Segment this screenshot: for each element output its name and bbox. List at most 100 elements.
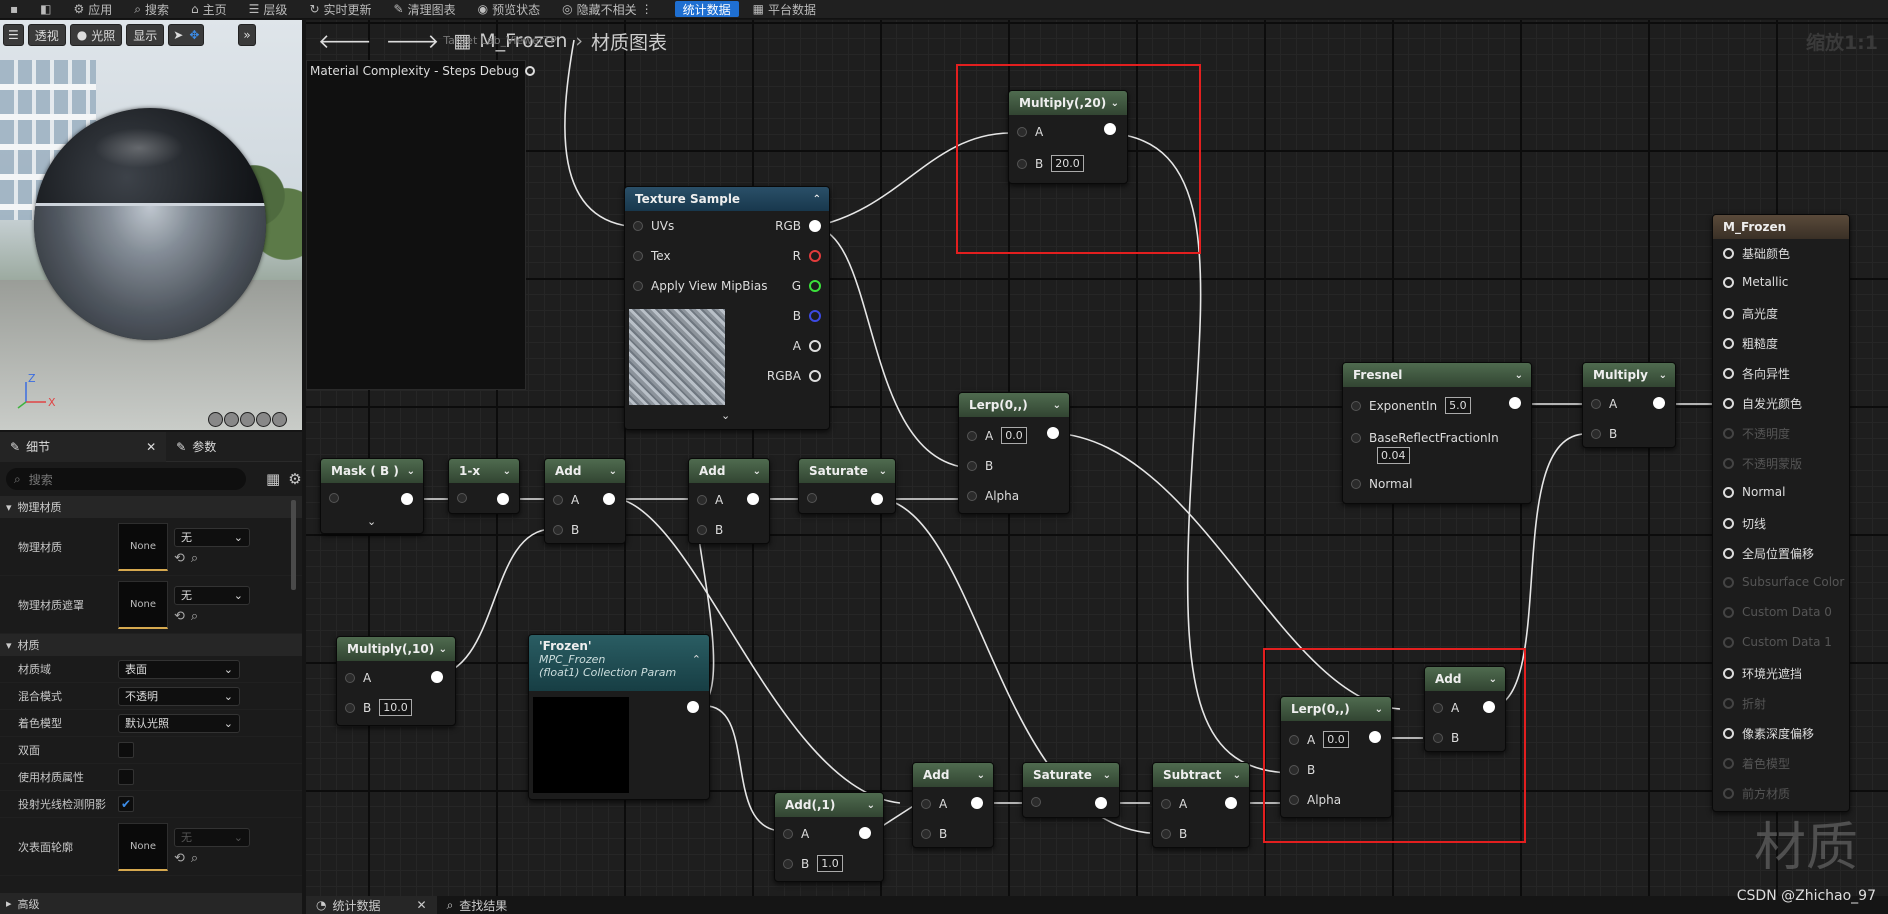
input-pin[interactable]: [1591, 399, 1601, 409]
value-field[interactable]: 10.0: [379, 699, 412, 716]
input-pin[interactable]: [1017, 158, 1027, 169]
add-node[interactable]: Add ⌄ A B: [912, 762, 994, 848]
node-header[interactable]: Saturate ⌄: [1023, 763, 1119, 787]
output-pin[interactable]: [1104, 123, 1116, 135]
node-header[interactable]: Saturate ⌄: [799, 459, 895, 483]
output-pin[interactable]: [1225, 797, 1237, 809]
node-header[interactable]: 'Frozen' MPC_Frozen (float1) Collection …: [529, 635, 709, 691]
output-pin[interactable]: [809, 220, 821, 232]
material-input-pin[interactable]: [1723, 308, 1734, 319]
add-node[interactable]: Add ⌄ A B: [688, 458, 770, 544]
output-pin[interactable]: [859, 827, 871, 839]
output-pin[interactable]: [809, 370, 821, 382]
input-pin[interactable]: [1591, 429, 1601, 439]
material-input-pin[interactable]: [1723, 518, 1734, 529]
node-header[interactable]: Multiply(,10) ⌄: [337, 637, 455, 661]
one-minus-node[interactable]: 1-x ⌄: [448, 458, 520, 514]
collapse-icon[interactable]: ⌃: [813, 194, 821, 205]
input-pin[interactable]: [457, 493, 467, 503]
value-field[interactable]: 0.0: [1001, 427, 1027, 444]
input-pin[interactable]: [633, 251, 643, 261]
input-pin[interactable]: [1351, 433, 1361, 443]
add1-node[interactable]: Add(,1) ⌄ A B 1.0: [774, 792, 884, 882]
subtract-node[interactable]: Subtract ⌄ A B: [1152, 762, 1250, 848]
chevron-down-icon[interactable]: ⌄: [753, 466, 761, 477]
input-pin[interactable]: [329, 493, 339, 503]
chevron-down-icon[interactable]: ⌄: [1375, 704, 1383, 715]
input-pin[interactable]: [1433, 733, 1443, 743]
node-header[interactable]: Add ⌄: [913, 763, 993, 787]
input-pin[interactable]: [697, 525, 707, 535]
output-pin[interactable]: [401, 493, 413, 505]
input-pin[interactable]: [553, 495, 563, 505]
node-header[interactable]: Multiply ⌄: [1583, 363, 1675, 387]
output-pin[interactable]: [871, 493, 883, 505]
output-pin[interactable]: [1369, 731, 1381, 743]
material-input-pin[interactable]: [1723, 788, 1734, 799]
add-node[interactable]: Add ⌄ A B: [1424, 666, 1506, 752]
lerp-node[interactable]: Lerp(0,,) ⌄ A 0.0 B Alpha: [958, 392, 1070, 514]
node-header[interactable]: Lerp(0,,) ⌄: [959, 393, 1069, 417]
node-header[interactable]: Subtract ⌄: [1153, 763, 1249, 787]
material-output-node[interactable]: M_Frozen 基础颜色 Metallic 高光度 粗糙度 各向异性 自发光颜色 不透明度…: [1712, 214, 1850, 812]
material-input-pin[interactable]: [1723, 398, 1734, 409]
output-pin[interactable]: [1047, 427, 1059, 439]
node-header[interactable]: Add ⌄: [545, 459, 625, 483]
node-header[interactable]: Texture Sample ⌃: [625, 187, 829, 211]
chevron-down-icon[interactable]: ⌄: [1111, 98, 1119, 109]
node-header[interactable]: Add ⌄: [689, 459, 769, 483]
input-pin[interactable]: [1161, 829, 1171, 839]
input-pin[interactable]: [1351, 400, 1361, 411]
output-pin[interactable]: [809, 250, 821, 262]
material-input-pin[interactable]: [1723, 338, 1734, 349]
value-field[interactable]: 0.0: [1323, 731, 1349, 748]
mask-node[interactable]: Mask ( B ) ⌄ ⌄: [320, 458, 424, 534]
input-pin[interactable]: [1351, 479, 1361, 489]
tab-stats[interactable]: ◔ 统计数据 ✕: [306, 896, 437, 914]
input-pin[interactable]: [1289, 795, 1299, 805]
lerp-node[interactable]: Lerp(0,,) ⌄ A 0.0 B Alpha: [1280, 696, 1392, 818]
input-pin[interactable]: [1161, 799, 1171, 809]
node-header[interactable]: Add(,1) ⌄: [775, 793, 883, 817]
value-field[interactable]: 1.0: [817, 855, 843, 872]
input-pin[interactable]: [1031, 797, 1041, 807]
value-field[interactable]: 5.0: [1445, 397, 1471, 414]
input-pin[interactable]: [1433, 703, 1443, 713]
input-pin[interactable]: [633, 281, 643, 291]
node-header[interactable]: 1-x ⌄: [449, 459, 519, 483]
input-pin[interactable]: [633, 221, 643, 231]
material-input-pin[interactable]: [1723, 248, 1734, 259]
chevron-down-icon[interactable]: ⌄: [977, 770, 985, 781]
material-input-pin[interactable]: [1723, 668, 1734, 679]
chevron-down-icon[interactable]: ⌄: [1103, 770, 1111, 781]
material-input-pin[interactable]: [1723, 486, 1734, 498]
output-pin[interactable]: [809, 280, 821, 292]
chevron-down-icon[interactable]: ⌄: [609, 466, 617, 477]
output-pin[interactable]: [747, 493, 759, 505]
chevron-down-icon[interactable]: ⌄: [1233, 770, 1241, 781]
input-pin[interactable]: [921, 829, 931, 839]
input-pin[interactable]: [697, 495, 707, 505]
input-pin[interactable]: [967, 430, 977, 441]
multiply20-node[interactable]: Multiply(,20) ⌄ A B 20.0: [1008, 90, 1128, 184]
output-pin[interactable]: [687, 701, 699, 713]
node-header[interactable]: Lerp(0,,) ⌄: [1281, 697, 1391, 721]
input-pin[interactable]: [783, 829, 793, 839]
value-field[interactable]: 0.04: [1377, 447, 1410, 464]
material-input-pin[interactable]: [1723, 368, 1734, 379]
expand-icon[interactable]: ⌄: [721, 409, 730, 422]
input-pin[interactable]: [553, 525, 563, 535]
output-pin[interactable]: [809, 340, 821, 352]
chevron-down-icon[interactable]: ⌄: [879, 466, 887, 477]
node-header[interactable]: Multiply(,20) ⌄: [1009, 91, 1127, 115]
input-pin[interactable]: [967, 491, 977, 501]
close-icon[interactable]: ✕: [417, 898, 427, 912]
input-pin[interactable]: [1289, 765, 1299, 775]
saturate-node[interactable]: Saturate ⌄: [798, 458, 896, 514]
chevron-down-icon[interactable]: ⌄: [1515, 370, 1523, 381]
output-pin[interactable]: [971, 797, 983, 809]
node-header[interactable]: M_Frozen: [1713, 215, 1849, 239]
input-pin[interactable]: [1289, 734, 1299, 745]
fresnel-node[interactable]: Fresnel ⌄ ExponentIn 5.0 BaseReflectFracti…: [1342, 362, 1532, 504]
input-pin[interactable]: [783, 858, 793, 869]
